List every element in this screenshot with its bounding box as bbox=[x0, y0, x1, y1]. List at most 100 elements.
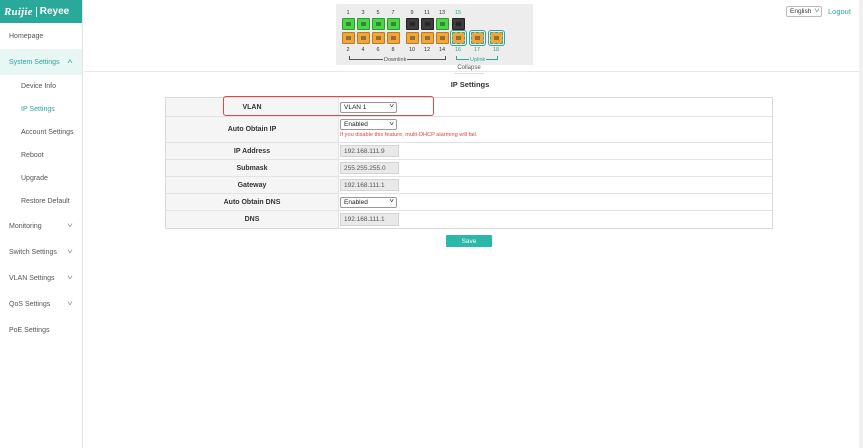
port-6[interactable] bbox=[372, 32, 385, 44]
form-row-dns: DNS 192.168.111.1 bbox=[166, 211, 772, 228]
port-number-7: 7 bbox=[391, 10, 395, 16]
port-number-3: 3 bbox=[361, 10, 365, 16]
port-4[interactable] bbox=[357, 32, 370, 44]
port-socket bbox=[391, 36, 396, 40]
port-number-13: 13 bbox=[438, 10, 446, 16]
port-10[interactable] bbox=[406, 32, 419, 44]
submask-input[interactable]: 255.255.255.0 bbox=[340, 162, 399, 174]
port-13[interactable] bbox=[436, 18, 449, 30]
auto-obtain-ip-label: Auto Obtain IP bbox=[166, 117, 339, 142]
page-scrollbar[interactable] bbox=[859, 0, 863, 448]
port-socket bbox=[346, 22, 351, 26]
sidebar-subitem-restore-default[interactable]: Restore Default bbox=[0, 190, 82, 213]
sidebar-item-vlan-settings[interactable]: VLAN Settings ˅ bbox=[0, 265, 82, 291]
port-socket bbox=[440, 36, 445, 40]
port-number-1: 1 bbox=[346, 10, 350, 16]
port-12[interactable] bbox=[421, 32, 434, 44]
port-socket bbox=[391, 22, 396, 26]
port-socket bbox=[410, 36, 415, 40]
vlan-label: VLAN bbox=[166, 98, 339, 116]
sidebar-item-label: Monitoring bbox=[9, 222, 42, 230]
sidebar-subitem-upgrade[interactable]: Upgrade bbox=[0, 167, 82, 190]
save-button[interactable]: Save bbox=[446, 235, 492, 247]
chevron-down-icon: ˅ bbox=[389, 104, 395, 110]
brand-logo: Ruijie Reyee bbox=[0, 0, 82, 23]
port-number-8: 8 bbox=[391, 47, 395, 53]
sidebar-item-poe-settings[interactable]: PoE Settings bbox=[0, 317, 82, 343]
sidebar-subitem-account-settings[interactable]: Account Settings bbox=[0, 121, 82, 144]
port-16[interactable] bbox=[450, 30, 467, 46]
port-15[interactable] bbox=[452, 18, 465, 30]
collapse-button[interactable]: Collapse bbox=[454, 65, 484, 74]
port-17[interactable] bbox=[469, 30, 486, 46]
auto-obtain-ip-select[interactable]: Enabled ˅ bbox=[340, 119, 397, 130]
gateway-label: Gateway bbox=[166, 177, 339, 193]
dhcp-warning-text: If you disable this feature, multi-DHCP … bbox=[340, 132, 478, 138]
port-8[interactable] bbox=[387, 32, 400, 44]
sidebar-item-qos-settings[interactable]: QoS Settings ˅ bbox=[0, 291, 82, 317]
port-1[interactable] bbox=[342, 18, 355, 30]
ip-address-label: IP Address bbox=[166, 143, 339, 159]
vlan-select[interactable]: VLAN 1 ˅ bbox=[340, 101, 397, 113]
form-row-vlan: VLAN VLAN 1 ˅ bbox=[166, 98, 772, 117]
form-row-auto-obtain-dns: Auto Obtain DNS Enabled ˅ bbox=[166, 194, 772, 211]
port-7[interactable] bbox=[387, 18, 400, 30]
content-divider bbox=[84, 71, 863, 72]
port-9[interactable] bbox=[406, 18, 419, 30]
port-socket bbox=[376, 36, 381, 40]
dns-input[interactable]: 192.168.111.1 bbox=[340, 213, 399, 226]
port-socket bbox=[456, 22, 461, 26]
port-11[interactable] bbox=[421, 18, 434, 30]
sidebar-item-homepage[interactable]: Homepage bbox=[0, 23, 82, 49]
port-number-9: 9 bbox=[410, 10, 414, 16]
port-socket bbox=[494, 36, 499, 40]
sidebar-item-system-settings[interactable]: System Settings ˄ bbox=[0, 49, 82, 75]
sidebar-item-switch-settings[interactable]: Switch Settings ˅ bbox=[0, 239, 82, 265]
form-row-auto-obtain-ip: Auto Obtain IP Enabled ˅ If you disable … bbox=[166, 117, 772, 143]
port-number-2: 2 bbox=[346, 47, 350, 53]
sidebar-item-monitoring[interactable]: Monitoring ˅ bbox=[0, 213, 82, 239]
port-socket bbox=[456, 36, 461, 40]
port-socket bbox=[376, 22, 381, 26]
auto-obtain-ip-value: Enabled bbox=[344, 121, 368, 128]
brand-divider bbox=[35, 6, 37, 17]
sidebar-subitem-ip-settings[interactable]: IP Settings bbox=[0, 98, 82, 121]
ip-address-input[interactable]: 192.168.111.9 bbox=[340, 145, 399, 157]
port-number-15: 15 bbox=[454, 10, 462, 16]
port-socket bbox=[475, 36, 480, 40]
chevron-down-icon: ˅ bbox=[814, 8, 820, 15]
port-number-11: 11 bbox=[424, 10, 430, 16]
language-select[interactable]: English ˅ bbox=[786, 6, 822, 17]
port-5[interactable] bbox=[372, 18, 385, 30]
sidebar-subitem-device-info[interactable]: Device Info bbox=[0, 75, 82, 98]
port-14[interactable] bbox=[436, 32, 449, 44]
sidebar-item-label: Switch Settings bbox=[9, 248, 57, 256]
port-18[interactable] bbox=[488, 30, 505, 46]
port-socket bbox=[425, 22, 430, 26]
sidebar-subitem-reboot[interactable]: Reboot bbox=[0, 144, 82, 167]
port-number-14: 14 bbox=[438, 47, 446, 53]
port-2[interactable] bbox=[342, 32, 355, 44]
sidebar-item-label: Homepage bbox=[9, 32, 44, 40]
gateway-input[interactable]: 192.168.111.1 bbox=[340, 179, 399, 191]
port-number-16: 16 bbox=[454, 47, 462, 53]
port-number-4: 4 bbox=[361, 47, 365, 53]
port-number-5: 5 bbox=[376, 10, 380, 16]
port-socket bbox=[440, 22, 445, 26]
port-number-12: 12 bbox=[423, 47, 431, 53]
logout-link[interactable]: Logout bbox=[828, 7, 851, 16]
port-socket bbox=[410, 22, 415, 26]
ip-settings-form: VLAN VLAN 1 ˅ Auto Obtain IP Enabled ˅ I… bbox=[165, 97, 773, 229]
brand-reyee-text: Reyee bbox=[39, 6, 70, 17]
port-number-17: 17 bbox=[473, 47, 481, 53]
sidebar-item-label: System Settings bbox=[9, 58, 60, 66]
submask-label: Submask bbox=[166, 160, 339, 176]
vlan-select-value: VLAN 1 bbox=[344, 103, 367, 111]
auto-obtain-dns-select[interactable]: Enabled ˅ bbox=[340, 196, 397, 208]
chevron-down-icon: ˅ bbox=[67, 274, 73, 282]
chevron-down-icon: ˅ bbox=[67, 300, 73, 308]
uplink-label: Uplink bbox=[469, 57, 487, 63]
brand-ruijie-text: Ruijie bbox=[4, 5, 33, 18]
port-3[interactable] bbox=[357, 18, 370, 30]
dns-label: DNS bbox=[166, 211, 339, 228]
